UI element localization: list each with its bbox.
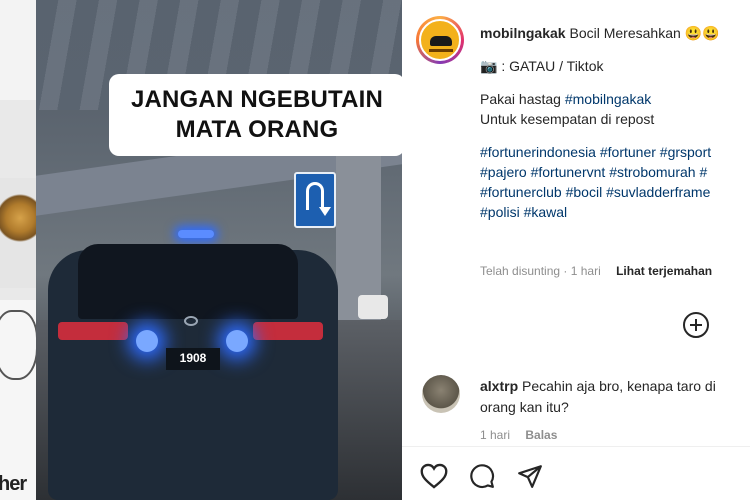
- post-hashtag-line: Pakai hastag #mobilngakak: [480, 91, 652, 107]
- tail-light-left: [58, 322, 128, 340]
- car-logo-icon: [430, 36, 452, 46]
- post-meta: Telah disunting · 1 hari Lihat terjemaha…: [480, 264, 712, 278]
- commenter-username[interactable]: alxtrp: [480, 378, 518, 394]
- caption-line-2: MATA ORANG: [175, 116, 339, 143]
- suv-car: 1908: [48, 230, 338, 500]
- hashtags-line-4[interactable]: #polisi #kawal: [480, 202, 750, 222]
- comment-meta: 1 hari Balas: [480, 428, 557, 442]
- hashtag-link[interactable]: #mobilngakak: [565, 91, 651, 107]
- video-caption: JANGAN NGEBUTAIN MATA ORANG: [109, 74, 402, 156]
- u-turn-sign-icon: [294, 172, 336, 228]
- edited-time: Telah disunting · 1 hari: [480, 264, 601, 278]
- author-username[interactable]: mobilngakak: [480, 25, 566, 41]
- author-avatar[interactable]: [416, 16, 464, 64]
- suv-rear-window: [78, 244, 298, 319]
- background-food-image: [0, 178, 40, 288]
- comment-text-1: Pecahin aja bro, kenapa taro di: [522, 378, 716, 394]
- comment: alxtrp Pecahin aja bro, kenapa taro di o…: [480, 376, 750, 418]
- commenter-avatar[interactable]: [422, 375, 460, 413]
- hashtags-line-3[interactable]: #fortunerclub #bocil #suvladderframe: [480, 182, 750, 202]
- post-repost-line: Untuk kesempatan di repost: [480, 111, 655, 127]
- comment-icon[interactable]: [468, 463, 496, 489]
- post-title: Bocil Meresahkan 😃😃: [569, 25, 720, 41]
- post-caption: mobilngakak Bocil Meresahkan 😃😃 📷 : GATA…: [480, 23, 750, 222]
- post-source: 📷 : GATAU / Tiktok: [480, 58, 604, 74]
- see-translation-link[interactable]: Lihat terjemahan: [616, 264, 712, 278]
- tail-light-right: [253, 322, 323, 340]
- heart-icon[interactable]: [420, 463, 448, 489]
- strobe-light-left: [136, 330, 158, 352]
- hashtags-line-2[interactable]: #pajero #fortunervnt #strobomurah #: [480, 162, 750, 182]
- background-top: [0, 0, 40, 100]
- post-info-panel: mobilngakak Bocil Meresahkan 😃😃 📷 : GATA…: [402, 0, 750, 500]
- strobe-light-right: [226, 330, 248, 352]
- background-page-strip: her: [0, 0, 40, 500]
- hashtags-line-1[interactable]: #fortunerindonesia #fortuner #grsport: [480, 142, 750, 162]
- comment-time: 1 hari: [480, 428, 511, 442]
- reply-button[interactable]: Balas: [525, 428, 557, 442]
- action-bar: [402, 446, 750, 500]
- share-icon[interactable]: [516, 463, 544, 489]
- caption-line-1: JANGAN NGEBUTAIN: [130, 86, 384, 113]
- comment-text-2: orang kan itu?: [480, 399, 569, 415]
- meme-face: [0, 310, 38, 380]
- white-car: [358, 295, 388, 319]
- roof-strobe-light: [178, 230, 214, 238]
- car-logo-icon: [184, 316, 198, 326]
- add-circle-icon[interactable]: [683, 312, 709, 338]
- background-partial-text: her: [0, 473, 27, 495]
- post-media[interactable]: 1908 JANGAN NGEBUTAIN MATA ORANG: [36, 0, 402, 500]
- overpass-pillar: [336, 130, 381, 320]
- background-meme-image: her: [0, 300, 40, 500]
- license-plate: 1908: [166, 348, 220, 370]
